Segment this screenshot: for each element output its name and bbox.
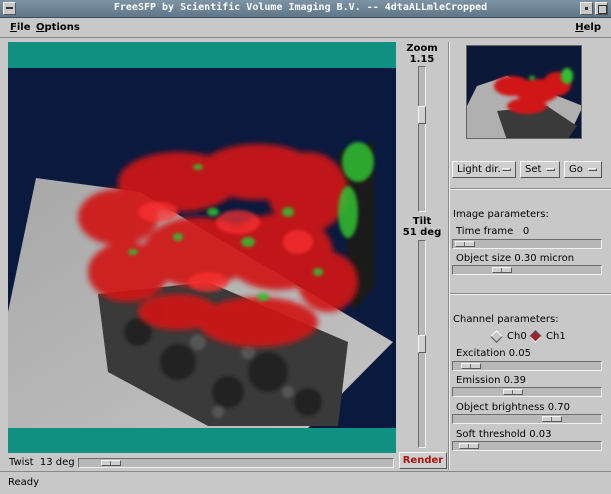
object-size-slider[interactable]	[452, 265, 602, 275]
excitation-value: 0.05	[508, 348, 531, 359]
object-brightness-value: 0.70	[547, 402, 570, 413]
zoom-slider[interactable]	[418, 66, 426, 212]
window-title: FreeSFP by Scientific Volume Imaging B.V…	[113, 2, 488, 13]
preview-thumbnail[interactable]	[466, 45, 582, 139]
object-brightness-label: Object brightness 0.70	[456, 402, 570, 413]
option-menu-indicator-icon	[588, 168, 597, 171]
excitation-slider-thumb[interactable]	[461, 363, 482, 369]
object-brightness-slider-thumb[interactable]	[541, 416, 562, 422]
tilt-value: 51 deg	[402, 227, 442, 238]
light-dir-button[interactable]: Light dir.	[452, 161, 516, 178]
channel-parameters-title: Channel parameters:	[453, 314, 559, 325]
go-button[interactable]: Go	[564, 161, 602, 178]
render-button[interactable]: Render	[399, 452, 447, 469]
menu-options[interactable]: Options	[36, 22, 80, 33]
twist-label: Twist 13 deg	[9, 457, 75, 468]
set-label: Set	[525, 164, 542, 175]
minimize-button[interactable]	[580, 2, 593, 15]
time-frame-label: Time frame 0	[456, 226, 529, 237]
window-titlebar[interactable]: FreeSFP by Scientific Volume Imaging B.V…	[0, 0, 611, 18]
menubar: File Options Help	[0, 18, 611, 38]
emission-value: 0.39	[503, 375, 526, 386]
time-frame-slider-thumb[interactable]	[455, 241, 475, 247]
excitation-label-text: Excitation	[456, 348, 506, 359]
image-parameters-title: Image parameters:	[453, 209, 549, 220]
soft-threshold-slider-thumb[interactable]	[458, 443, 479, 449]
time-frame-label-text: Time frame	[456, 226, 514, 237]
render-viewport[interactable]	[8, 42, 396, 453]
menu-file[interactable]: File	[10, 22, 30, 33]
emission-label: Emission 0.39	[456, 375, 526, 386]
soft-threshold-slider[interactable]	[452, 441, 602, 451]
section-divider	[450, 293, 611, 295]
channel-0-label: Ch0	[507, 331, 527, 342]
object-size-label: Object size 0.30 micron	[456, 253, 574, 264]
twist-value: 13 deg	[39, 457, 75, 468]
volume-rendering	[8, 68, 396, 428]
option-menu-indicator-icon	[546, 168, 555, 171]
twist-slider-thumb[interactable]	[101, 460, 122, 466]
time-frame-value: 0	[522, 226, 530, 237]
tilt-slider-thumb[interactable]	[418, 335, 426, 353]
object-size-slider-thumb[interactable]	[492, 267, 513, 273]
object-brightness-label-text: Object brightness	[456, 402, 545, 413]
emission-slider-thumb[interactable]	[503, 389, 524, 395]
maximize-button[interactable]	[595, 2, 608, 15]
panel-divider	[448, 42, 450, 470]
tilt-label: Tilt	[412, 216, 432, 227]
emission-label-text: Emission	[456, 375, 501, 386]
zoom-value: 1.15	[409, 54, 435, 65]
twist-slider[interactable]	[78, 458, 394, 468]
soft-threshold-label-text: Soft threshold	[456, 429, 527, 440]
option-menu-indicator-icon	[502, 168, 511, 171]
soft-threshold-value: 0.03	[529, 429, 552, 440]
soft-threshold-label: Soft threshold 0.03	[456, 429, 551, 440]
radio-diamond-icon[interactable]	[490, 330, 503, 343]
twist-label-text: Twist	[9, 457, 34, 468]
menu-help[interactable]: Help	[575, 22, 601, 33]
preview-rendering	[467, 68, 581, 138]
channel-1-label: Ch1	[546, 331, 566, 342]
go-label: Go	[569, 164, 583, 175]
zoom-slider-thumb[interactable]	[418, 105, 426, 124]
zoom-label: Zoom	[406, 43, 438, 54]
window-menu-button[interactable]	[3, 2, 16, 15]
time-frame-slider[interactable]	[452, 239, 602, 249]
light-dir-label: Light dir.	[457, 164, 501, 175]
status-text: Ready	[8, 477, 40, 488]
radio-diamond-selected-icon[interactable]	[529, 330, 542, 343]
emission-slider[interactable]	[452, 387, 602, 397]
object-size-value: 0.30 micron	[514, 253, 575, 264]
section-divider	[450, 188, 611, 190]
set-button[interactable]: Set	[520, 161, 560, 178]
status-bar: Ready	[0, 471, 611, 494]
excitation-label: Excitation 0.05	[456, 348, 531, 359]
excitation-slider[interactable]	[452, 361, 602, 371]
tilt-slider[interactable]	[418, 240, 426, 448]
object-size-label-text: Object size	[456, 253, 512, 264]
object-brightness-slider[interactable]	[452, 414, 602, 424]
